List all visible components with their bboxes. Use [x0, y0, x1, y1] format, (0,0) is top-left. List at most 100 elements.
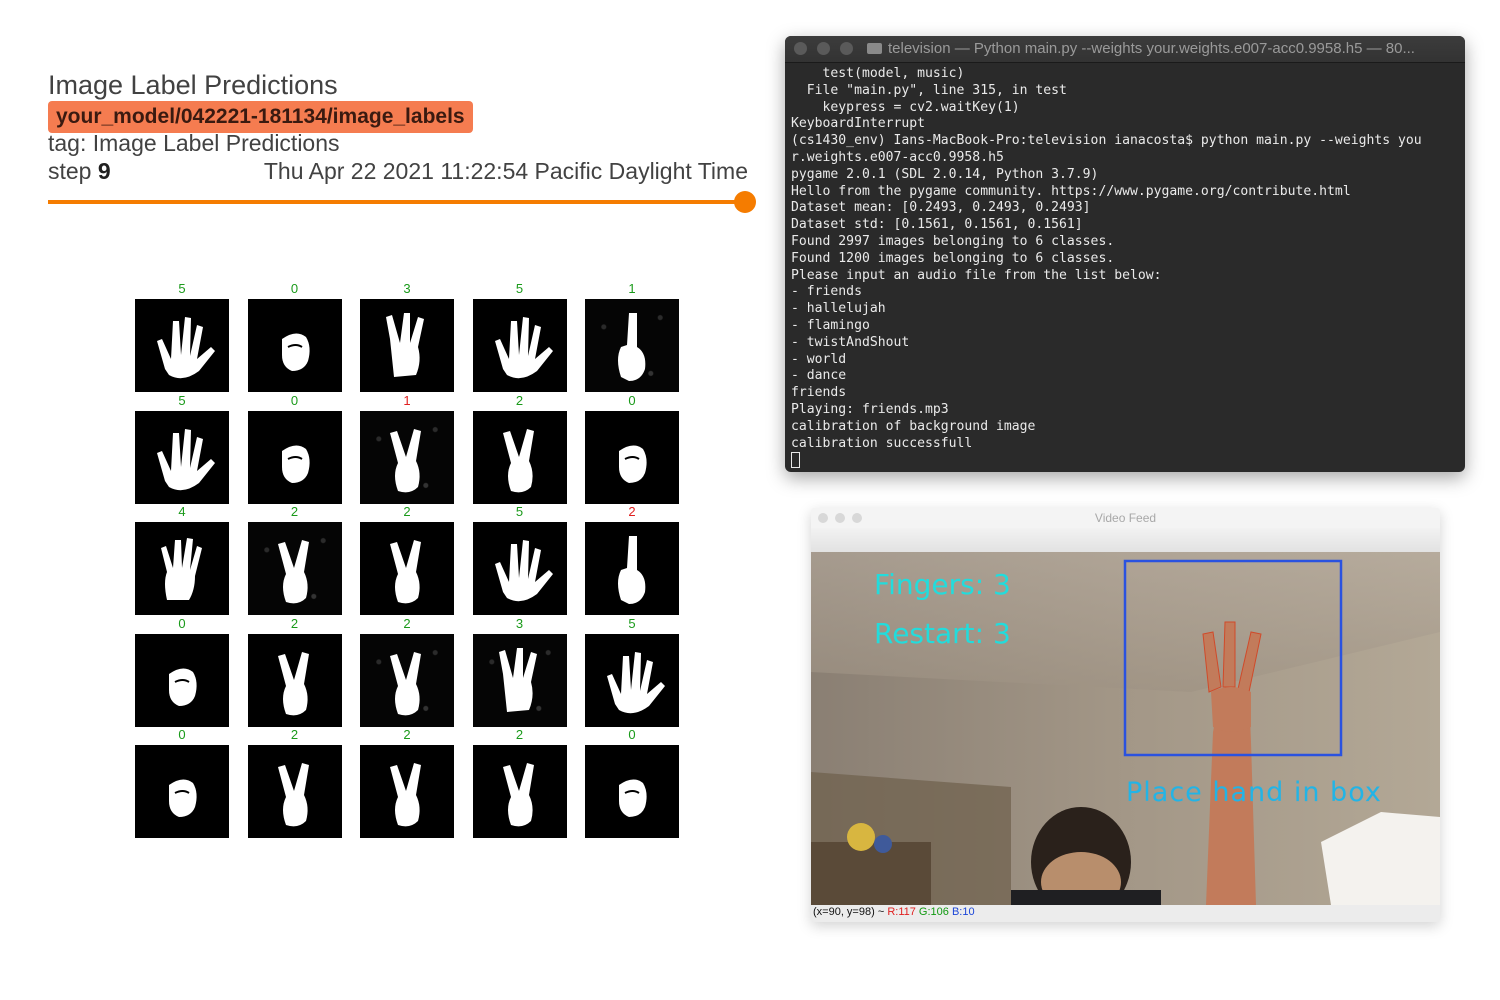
prediction-tile: 2 [360, 615, 454, 727]
terminal-line: - friends [791, 284, 862, 300]
prediction-tile: 2 [360, 726, 454, 838]
predicted-label: 2 [403, 727, 411, 742]
terminal-line: (cs1430_env) Ians-MacBook-Pro:television… [791, 133, 1422, 149]
step-slider-thumb[interactable] [734, 191, 756, 213]
hand-mask-image [472, 299, 567, 392]
predicted-label: 0 [178, 727, 186, 742]
prediction-tile: 2 [472, 392, 567, 504]
predicted-label: 2 [290, 615, 299, 631]
terminal-line: r.weights.e007-acc0.9958.h5 [791, 149, 1004, 165]
hand-mask-image [135, 299, 229, 392]
terminal-line: KeyboardInterrupt [791, 116, 926, 132]
terminal-line: Dataset mean: [0.2493, 0.2493, 0.2493] [791, 200, 1091, 216]
tag-label: tag: Image Label Predictions [48, 130, 340, 156]
terminal-line: - dance [791, 368, 847, 384]
zoom-window-button[interactable] [840, 42, 853, 55]
terminal-line: File "main.py", line 315, in test [791, 82, 1067, 98]
prediction-tile: 2 [360, 503, 454, 615]
step-timestamp: Thu Apr 22 2021 11:22:54 Pacific Dayligh… [263, 158, 748, 184]
terminal-line: - twistAndShout [791, 334, 910, 350]
predicted-label: 0 [628, 392, 636, 408]
terminal-output[interactable]: test(model, music) File "main.py", line … [791, 66, 1461, 468]
predicted-label: 0 [628, 727, 636, 742]
predicted-label: 3 [515, 615, 524, 631]
predicted-label: 1 [403, 392, 411, 408]
terminal-line: friends [791, 385, 847, 401]
terminal-title-bar[interactable]: television — Python main.py --weights yo… [785, 36, 1465, 63]
predicted-label: 0 [290, 281, 299, 296]
terminal-cursor-line [791, 452, 1461, 468]
hand-mask-image [360, 299, 454, 392]
terminal-cursor [791, 452, 800, 468]
prediction-tile: 2 [472, 726, 567, 838]
terminal-line: calibration of background image [791, 418, 1036, 434]
prediction-tile: 5 [135, 392, 229, 504]
hand-mask-image [472, 633, 567, 727]
prediction-tile: 0 [135, 615, 229, 727]
prediction-tile: 2 [247, 726, 342, 838]
terminal-line: Found 1200 images belonging to 6 classes… [791, 250, 1115, 266]
predicted-label: 2 [515, 727, 524, 742]
close-window-button[interactable] [794, 42, 807, 55]
terminal-line: - hallelujah [791, 301, 886, 317]
prediction-tile: 0 [585, 726, 679, 838]
prediction-tile: 5 [135, 280, 229, 392]
hand-mask-image [135, 410, 229, 504]
video-window-title: Video Feed [1094, 511, 1157, 525]
terminal-line: Playing: friends.mp3 [791, 401, 949, 417]
prediction-tile: 0 [585, 392, 679, 504]
webcam-frame[interactable]: Fingers: 3 Restart: 3 Place hand in box [811, 552, 1440, 905]
predicted-label: 5 [515, 504, 524, 519]
predicted-label: 1 [628, 281, 636, 296]
predicted-label: 5 [178, 281, 186, 296]
prediction-tile: 5 [472, 280, 567, 392]
terminal-line: - flamingo [791, 317, 870, 333]
hand-mask-image [472, 410, 567, 504]
hand-mask-image [247, 299, 342, 392]
hand-mask-image [360, 633, 454, 727]
green-value: G:106 [918, 906, 949, 918]
prediction-tile: 1 [360, 392, 454, 504]
terminal-line: calibration successfull [791, 435, 973, 451]
minimize-window-button[interactable] [817, 42, 830, 55]
hand-mask-image [135, 745, 229, 838]
prediction-tile: 0 [135, 726, 229, 838]
terminal-line: keypress = cv2.waitKey(1) [791, 99, 1020, 115]
prediction-tile: 0 [247, 392, 342, 504]
hand-mask-image [585, 299, 679, 392]
terminal-line: pygame 2.0.1 (SDL 2.0.14, Python 3.7.9) [791, 166, 1099, 182]
hand-mask-image [247, 522, 342, 615]
step-indicator: step 9 [48, 158, 111, 185]
run-name-chip[interactable]: your_model/042221-181134/image_labels [48, 101, 473, 133]
predicted-label: 5 [628, 615, 636, 631]
hand-mask-image [360, 410, 454, 504]
predicted-label: 2 [515, 392, 524, 408]
prediction-tile: 2 [247, 615, 342, 727]
hand-mask-image [135, 522, 229, 615]
predicted-label: 2 [403, 615, 411, 631]
predicted-label: 2 [290, 727, 299, 742]
predicted-label: 2 [290, 504, 299, 519]
terminal-window: television — Python main.py --weights yo… [785, 36, 1465, 472]
hand-mask-image [247, 410, 342, 504]
terminal-line: Found 2997 images belonging to 6 classes… [791, 233, 1115, 249]
terminal-title: television — Python main.py --weights yo… [867, 36, 1455, 62]
terminal-line: Dataset std: [0.1561, 0.1561, 0.1561] [791, 217, 1083, 233]
blue-value: B:10 [951, 906, 975, 918]
prediction-tile: 5 [472, 503, 567, 615]
hand-mask-image [360, 522, 454, 615]
video-toolbar [811, 528, 1440, 552]
hand-mask-image [585, 410, 679, 504]
hand-mask-image [585, 522, 679, 615]
terminal-line: Please input an audio file from the list… [791, 267, 1162, 283]
predicted-label: 3 [403, 281, 411, 296]
restart-count-label: Restart: 3 [874, 617, 1011, 650]
prediction-tile: 3 [360, 280, 454, 392]
folder-icon [867, 43, 882, 54]
hand-mask-image [472, 522, 567, 615]
video-title-bar[interactable]: Video Feed [811, 508, 1440, 529]
step-value: 9 [97, 158, 111, 184]
step-slider-track[interactable] [48, 200, 742, 204]
hand-mask-image [585, 633, 679, 727]
fingers-count-label: Fingers: 3 [874, 568, 1011, 601]
